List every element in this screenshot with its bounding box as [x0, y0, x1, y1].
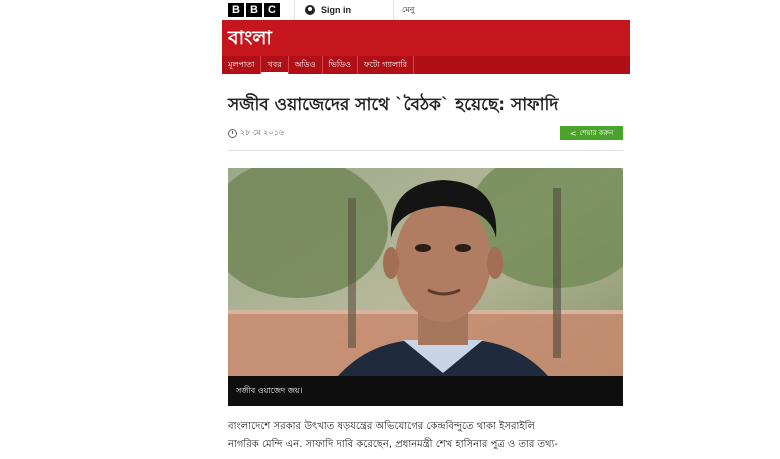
menu-link[interactable]: মেনু: [402, 4, 414, 17]
nav-item-photo-gallery[interactable]: ফটো গ্যালারি: [358, 56, 415, 74]
bbc-logo[interactable]: B B C: [228, 3, 280, 17]
article-meta: ২৮ মে ২০১৬: [228, 127, 284, 140]
logo-letter: B: [228, 3, 244, 17]
nav-item-news[interactable]: খবর: [261, 56, 289, 74]
brand-bar: বাংলা মূলপাতা খবর অডিও ভিডিও ফটো গ্যালার…: [222, 20, 630, 74]
article-photo: সজীব ওয়াজেদ জয়।: [228, 168, 623, 406]
signin-button[interactable]: Sign in: [294, 0, 394, 20]
clock-icon: [228, 129, 237, 138]
article-date: ২৮ মে ২০১৬: [240, 128, 284, 137]
share-button[interactable]: < শেয়ার করুন: [560, 126, 623, 140]
nav-item-video[interactable]: ভিডিও: [323, 56, 358, 74]
brand-nav: মূলপাতা খবর অডিও ভিডিও ফটো গ্যালারি: [222, 56, 630, 74]
body-line: নাগরিক মেন্দি এন. সাফাদি দাবি করেছেন, প্…: [228, 439, 559, 450]
user-icon: [305, 5, 315, 15]
share-label: শেয়ার করুন: [579, 129, 614, 137]
article-body: বাংলাদেশে সরকার উৎখাত ষড়যন্ত্রের অভিযোগ…: [228, 418, 623, 454]
photo-caption: সজীব ওয়াজেদ জয়।: [228, 376, 623, 406]
divider: [228, 150, 623, 151]
share-icon: <: [569, 128, 577, 138]
logo-letter: B: [246, 3, 262, 17]
top-bar: B B C Sign in মেনু: [222, 0, 630, 21]
logo-letter: C: [264, 3, 280, 17]
nav-item-home[interactable]: মূলপাতা: [222, 56, 262, 74]
signin-label: Sign in: [321, 5, 351, 15]
portrait-image: [228, 168, 623, 406]
body-line: বাংলাদেশে সরকার উৎখাত ষড়যন্ত্রের অভিযোগ…: [228, 421, 535, 432]
nav-item-audio[interactable]: অডিও: [289, 56, 323, 74]
brand-title[interactable]: বাংলা: [228, 24, 272, 56]
article-headline: সজীব ওয়াজেদের সাথে `বৈঠক` হয়েছে: সাফাদ…: [228, 95, 559, 115]
